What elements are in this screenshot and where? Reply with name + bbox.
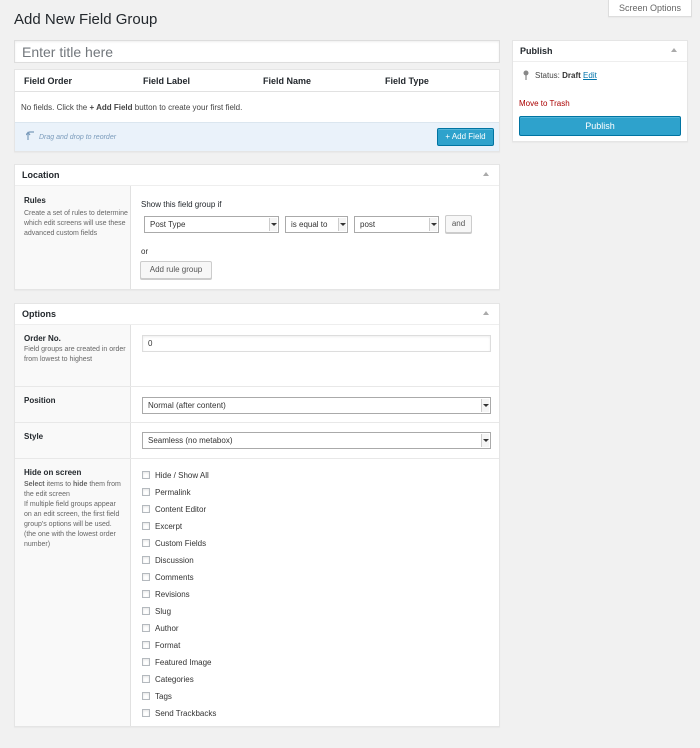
checkbox[interactable] <box>142 573 150 581</box>
style-row: Style Seamless (no metabox) <box>15 422 499 458</box>
fields-table-header: Field Order Field Label Field Name Field… <box>15 70 499 92</box>
column-field-order: Field Order <box>24 76 72 86</box>
fields-footer: Drag and drop to reorder + Add Field <box>15 122 499 151</box>
checkbox-content-editor[interactable]: Content Editor <box>142 504 206 516</box>
checkbox[interactable] <box>142 505 150 513</box>
screen-options-button[interactable]: Screen Options <box>608 0 692 17</box>
location-box: Location Rules Create a set of rules to … <box>14 164 500 290</box>
checkbox-author[interactable]: Author <box>142 623 179 635</box>
dropdown-arrow-icon <box>481 434 489 447</box>
options-box: Options Order No. Field groups are creat… <box>14 303 500 727</box>
checkbox-excerpt[interactable]: Excerpt <box>142 521 182 533</box>
collapse-arrow-icon[interactable] <box>671 48 677 52</box>
drag-hint: Drag and drop to reorder <box>26 131 116 141</box>
checkbox-hide-show-all[interactable]: Hide / Show All <box>142 470 209 482</box>
dropdown-arrow-icon <box>429 218 437 231</box>
post-status: Status: Draft Edit <box>535 71 597 80</box>
style-label-cell: Style <box>15 423 131 458</box>
hide-on-screen-row: Hide on screen Select items to hide them… <box>15 458 499 726</box>
rule-value-select[interactable]: post <box>354 216 439 233</box>
column-field-label: Field Label <box>143 76 190 86</box>
collapse-arrow-icon[interactable] <box>483 172 489 176</box>
position-select[interactable]: Normal (after content) <box>142 397 491 414</box>
checkbox[interactable] <box>142 556 150 564</box>
checkbox-send-trackbacks[interactable]: Send Trackbacks <box>142 708 216 720</box>
checkbox[interactable] <box>142 658 150 666</box>
checkbox-slug[interactable]: Slug <box>142 606 171 618</box>
options-header[interactable]: Options <box>15 304 499 325</box>
checkbox[interactable] <box>142 522 150 530</box>
position-label-cell: Position <box>15 387 131 422</box>
edit-status-link[interactable]: Edit <box>583 71 597 80</box>
or-text: or <box>141 247 148 256</box>
checkbox[interactable] <box>142 539 150 547</box>
checkbox-discussion[interactable]: Discussion <box>142 555 194 567</box>
dropdown-arrow-icon <box>481 399 489 412</box>
checkbox[interactable] <box>142 590 150 598</box>
publish-header[interactable]: Publish <box>513 41 687 62</box>
show-if-text: Show this field group if <box>141 200 222 209</box>
checkbox[interactable] <box>142 641 150 649</box>
dropdown-arrow-icon <box>338 218 346 231</box>
checkbox[interactable] <box>142 675 150 683</box>
position-label: Position <box>24 396 130 405</box>
title-input[interactable]: Enter title here <box>14 40 500 63</box>
checkbox[interactable] <box>142 607 150 615</box>
column-field-type: Field Type <box>385 76 429 86</box>
checkbox-comments[interactable]: Comments <box>142 572 194 584</box>
checkbox-categories[interactable]: Categories <box>142 674 194 686</box>
location-header[interactable]: Location <box>15 165 499 186</box>
style-label: Style <box>24 432 130 441</box>
hide-description: Select items to hide them from the edit … <box>24 480 124 500</box>
rule-param-select[interactable]: Post Type <box>144 216 279 233</box>
dropdown-arrow-icon <box>269 218 277 231</box>
hide-description-note: If multiple field groups appear on an ed… <box>24 500 124 550</box>
pin-icon <box>523 70 529 80</box>
move-to-trash-link[interactable]: Move to Trash <box>519 99 570 108</box>
checkbox-featured-image[interactable]: Featured Image <box>142 657 211 669</box>
order-row: Order No. Field groups are created in or… <box>15 325 499 386</box>
checkbox[interactable] <box>142 709 150 717</box>
order-label: Order No. <box>24 334 130 343</box>
order-label-cell: Order No. Field groups are created in or… <box>15 325 131 386</box>
checkbox-permalink[interactable]: Permalink <box>142 487 191 499</box>
style-select[interactable]: Seamless (no metabox) <box>142 432 491 449</box>
page-title: Add New Field Group <box>14 11 157 28</box>
checkbox[interactable] <box>142 692 150 700</box>
checkbox[interactable] <box>142 624 150 632</box>
rules-description: Create a set of rules to determine which… <box>24 209 130 239</box>
position-row: Position Normal (after content) <box>15 386 499 422</box>
checkbox[interactable] <box>142 471 150 479</box>
fields-box: Field Order Field Label Field Name Field… <box>14 69 500 152</box>
status-value: Draft <box>562 71 581 80</box>
add-rule-group-button[interactable]: Add rule group <box>140 261 212 279</box>
and-button[interactable]: and <box>445 215 472 233</box>
rule-operator-select[interactable]: is equal to <box>285 216 348 233</box>
checkbox[interactable] <box>142 488 150 496</box>
hide-label-cell: Hide on screen Select items to hide them… <box>15 459 131 726</box>
publish-button[interactable]: Publish <box>519 116 681 136</box>
no-fields-message: No fields. Click the + Add Field button … <box>21 103 242 112</box>
rules-label-cell: Rules Create a set of rules to determine… <box>15 186 131 289</box>
add-field-button[interactable]: + Add Field <box>437 128 494 146</box>
collapse-arrow-icon[interactable] <box>483 311 489 315</box>
checkbox-tags[interactable]: Tags <box>142 691 172 703</box>
order-description: Field groups are created in orderfrom lo… <box>24 345 130 365</box>
checkbox-format[interactable]: Format <box>142 640 180 652</box>
rules-label: Rules <box>24 196 130 205</box>
hide-label: Hide on screen <box>24 468 130 477</box>
checkbox-custom-fields[interactable]: Custom Fields <box>142 538 206 550</box>
checkbox-revisions[interactable]: Revisions <box>142 589 190 601</box>
publish-box: Publish Status: Draft Edit Move to Trash… <box>512 40 688 142</box>
order-input[interactable]: 0 <box>142 335 491 352</box>
curved-arrow-icon <box>26 131 36 141</box>
column-field-name: Field Name <box>263 76 311 86</box>
